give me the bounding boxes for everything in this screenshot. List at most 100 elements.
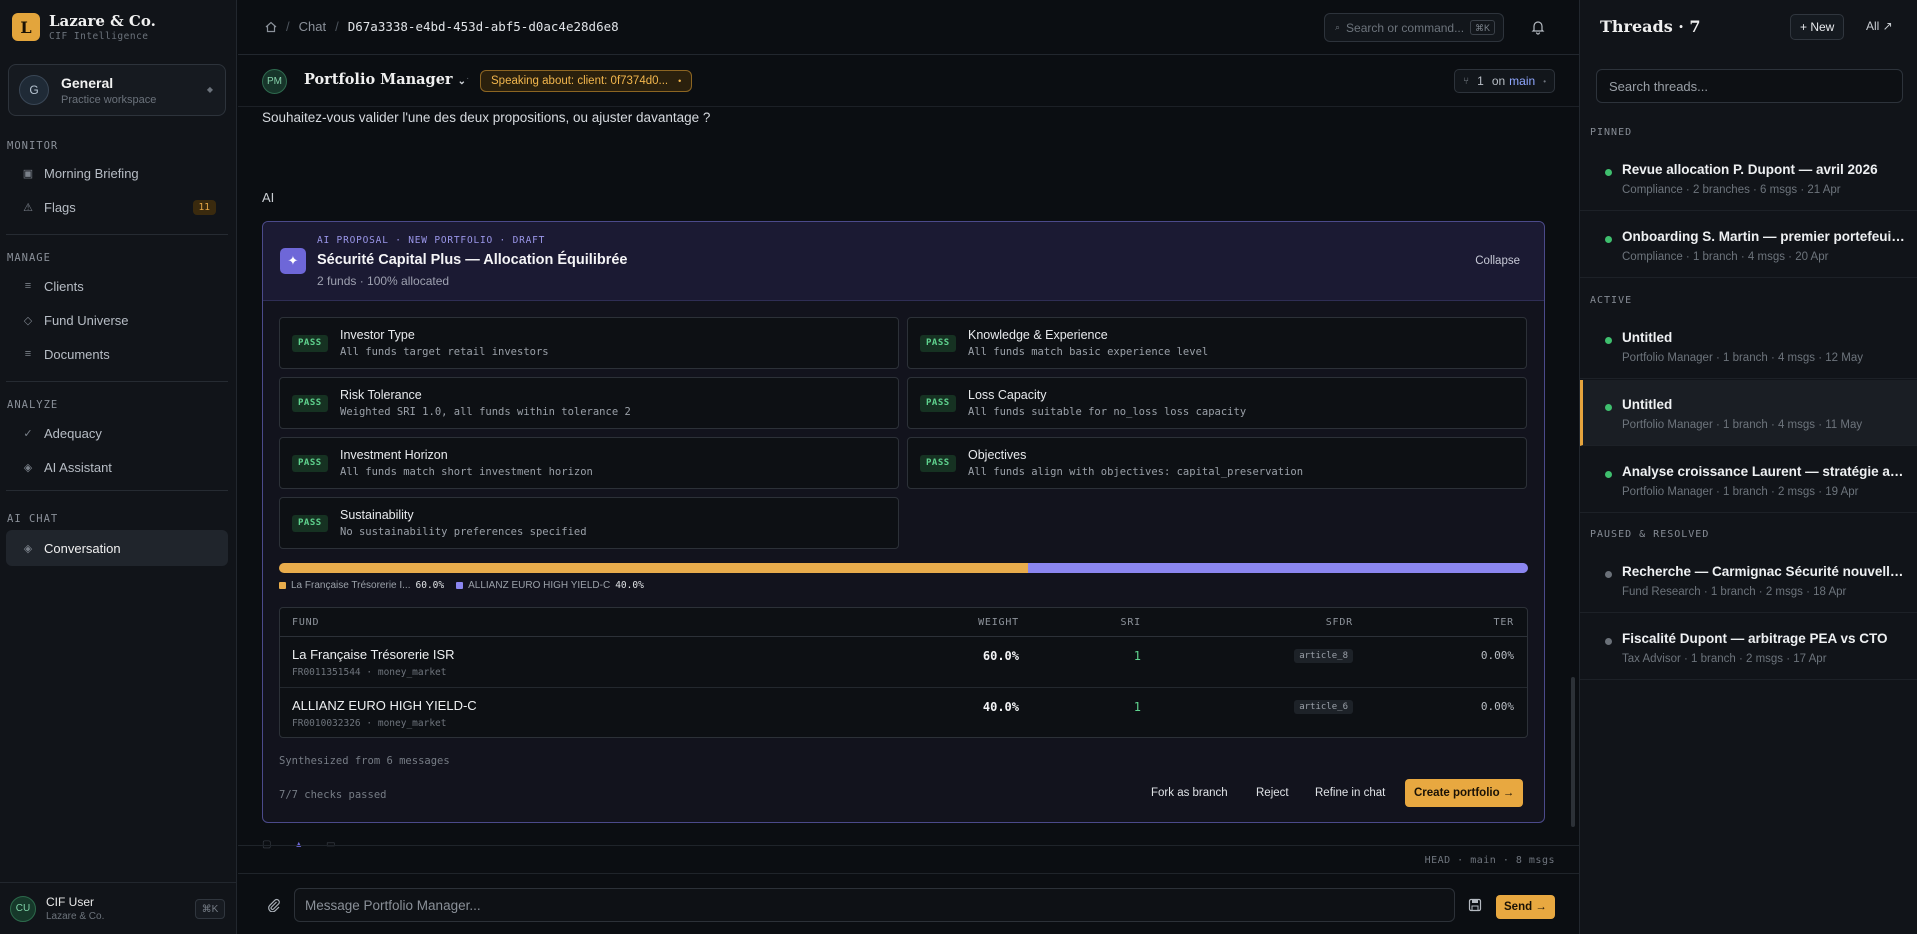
check-description: Weighted SRI 1.0, all funds within toler… xyxy=(340,406,631,418)
check-title: Risk Tolerance xyxy=(340,388,422,402)
composer: Send → xyxy=(238,873,1579,934)
chat-icon: ◈ xyxy=(23,542,33,555)
branch-selector[interactable]: ⑂ 1 on main • xyxy=(1454,69,1555,93)
check-objectives: PASS Objectives All funds align with obj… xyxy=(907,437,1527,489)
thread-title: Untitled xyxy=(1622,330,1673,345)
create-portfolio-button[interactable]: Create portfolio → xyxy=(1405,779,1524,807)
chevron-down-icon: ◆ xyxy=(206,85,213,94)
group-paused-resolved: PAUSED & RESOLVED xyxy=(1590,529,1710,540)
check-title: Objectives xyxy=(968,448,1027,462)
agent-selector[interactable]: Portfolio Manager ⌄ xyxy=(304,71,466,88)
breadcrumb-chat[interactable]: Chat xyxy=(299,19,326,34)
sidebar: L Lazare & Co. CIF Intelligence G Genera… xyxy=(0,0,237,934)
table-row[interactable]: ALLIANZ EURO HIGH YIELD-C FR0010032326 ·… xyxy=(280,688,1527,739)
bell-icon[interactable] xyxy=(1530,19,1546,35)
context-badge[interactable]: Speaking about: client: 0f7374d0... • xyxy=(480,70,693,92)
new-thread-button[interactable]: + New xyxy=(1790,14,1845,40)
threads-search-input[interactable] xyxy=(1596,69,1903,103)
workspace-switcher[interactable]: G General Practice workspace ◆ xyxy=(8,64,226,116)
message-input[interactable] xyxy=(294,888,1455,922)
status-dot-icon xyxy=(1605,169,1612,176)
check-title: Investment Horizon xyxy=(340,448,448,462)
flags-count-badge: 11 xyxy=(192,200,216,215)
sidebar-item-conversation[interactable]: ◈ Conversation xyxy=(6,530,228,566)
check-sustainability: PASS Sustainability No sustainability pr… xyxy=(279,497,899,549)
fund-table: FUND WEIGHT SRI SFDR TER La Française Tr… xyxy=(279,607,1528,738)
reject-button[interactable]: Reject xyxy=(1256,779,1289,807)
send-button[interactable]: Send → xyxy=(1496,895,1555,919)
sidebar-item-ai-assistant[interactable]: ◈ AI Assistant xyxy=(6,450,228,484)
command-search[interactable]: ⌕ Search or command... ⌘K xyxy=(1324,13,1504,42)
allocation-segment-2 xyxy=(1028,563,1528,573)
check-investor-type: PASS Investor Type All funds target reta… xyxy=(279,317,899,369)
user-profile[interactable]: CU CIF User Lazare & Co. ⌘K xyxy=(0,882,237,934)
pass-badge: PASS xyxy=(920,335,956,352)
check-description: All funds target retail investors xyxy=(340,346,549,358)
diamond-icon: ◇ xyxy=(23,314,33,327)
branch-on-label: on xyxy=(1491,74,1506,88)
fund-sri: 1 xyxy=(1133,649,1141,663)
sidebar-item-label: Adequacy xyxy=(44,425,102,441)
check-description: No sustainability preferences specified xyxy=(340,526,587,538)
all-threads-link[interactable]: All ↗ xyxy=(1866,19,1893,33)
workspace-avatar: G xyxy=(19,75,49,105)
sidebar-item-flags[interactable]: ⚠ Flags 11 xyxy=(6,190,228,224)
sidebar-item-label: Fund Universe xyxy=(44,312,129,328)
fork-branch-button[interactable]: Fork as branch xyxy=(1151,779,1228,807)
thread-item[interactable]: Analyse croissance Laurent — stratégie a… xyxy=(1580,447,1917,513)
sidebar-item-adequacy[interactable]: ✓ Adequacy xyxy=(6,416,228,450)
search-placeholder: Search or command... xyxy=(1346,20,1465,35)
save-icon[interactable] xyxy=(1468,898,1482,912)
status-line: HEAD · main · 8 msgs xyxy=(238,845,1579,873)
thread-meta: Tax Advisor · 1 branch · 2 msgs · 17 Apr xyxy=(1622,653,1827,665)
refine-in-chat-button[interactable]: Refine in chat xyxy=(1315,779,1385,807)
thread-item[interactable]: Fiscalité Dupont — arbitrage PEA vs CTO … xyxy=(1580,614,1917,680)
home-icon[interactable] xyxy=(265,21,277,33)
sparkle-icon: ◈ xyxy=(23,461,33,474)
check-description: All funds match basic experience level xyxy=(968,346,1209,358)
thread-item[interactable]: Revue allocation P. Dupont — avril 2026 … xyxy=(1580,145,1917,211)
scrollbar-thumb[interactable] xyxy=(1571,677,1575,827)
thread-meta: Portfolio Manager · 1 branch · 2 msgs · … xyxy=(1622,486,1859,498)
brand[interactable]: L Lazare & Co. CIF Intelligence xyxy=(12,12,156,42)
thread-title: Analyse croissance Laurent — stratégie a… xyxy=(1622,464,1906,479)
branch-name: main xyxy=(1509,74,1536,88)
thread-item[interactable]: Onboarding S. Martin — premier portefeui… xyxy=(1580,212,1917,278)
breadcrumb: / Chat / D67a3338-e4bd-453d-abf5-d0ac4e2… xyxy=(265,19,619,34)
proposal-title: Sécurité Capital Plus — Allocation Équil… xyxy=(317,252,628,268)
dot-icon: • xyxy=(1543,76,1546,86)
thread-item-selected[interactable]: Untitled Portfolio Manager · 1 branch · … xyxy=(1580,380,1917,446)
group-pinned: PINNED xyxy=(1590,127,1633,138)
user-message: Souhaitez-vous valider l'une des deux pr… xyxy=(262,110,711,125)
command-shortcut-button[interactable]: ⌘K xyxy=(195,899,225,919)
thread-item[interactable]: Untitled Portfolio Manager · 1 branch · … xyxy=(1580,313,1917,379)
fund-category: money_market xyxy=(377,718,447,729)
context-badge-label: Speaking about: client: 0f7374d0... xyxy=(491,75,669,87)
paperclip-icon[interactable] xyxy=(267,898,281,912)
fund-ter: 0.00% xyxy=(1480,649,1514,662)
sidebar-item-morning-briefing[interactable]: ▣ Morning Briefing xyxy=(6,156,228,190)
agent-avatar: PM xyxy=(262,69,287,94)
check-title: Knowledge & Experience xyxy=(968,328,1108,342)
fund-meta: FR0011351544 · money_market xyxy=(292,667,446,678)
sidebar-item-clients[interactable]: ≡ Clients xyxy=(6,269,228,303)
collapse-button[interactable]: Collapse xyxy=(1475,255,1520,267)
user-org: Lazare & Co. xyxy=(46,911,105,922)
thread-title: Onboarding S. Martin — premier portefeui… xyxy=(1622,229,1906,244)
user-name: CIF User xyxy=(46,895,94,909)
sidebar-item-fund-universe[interactable]: ◇ Fund Universe xyxy=(6,303,228,337)
ai-proposal-card: ✦ AI PROPOSAL · NEW PORTFOLIO · DRAFT Sé… xyxy=(262,221,1545,823)
thread-item[interactable]: Recherche — Carmignac Sécurité nouvelle … xyxy=(1580,547,1917,613)
table-row[interactable]: La Française Trésorerie ISR FR0011351544… xyxy=(280,637,1527,688)
legend-label: La Française Trésorerie I... xyxy=(291,580,411,591)
thread-title: Fiscalité Dupont — arbitrage PEA vs CTO xyxy=(1622,631,1888,646)
separator-dot: · xyxy=(466,73,470,84)
branch-icon: ⑂ xyxy=(1463,75,1470,87)
fund-ter: 0.00% xyxy=(1480,700,1514,713)
nav-divider xyxy=(6,381,228,382)
check-loss-capacity: PASS Loss Capacity All funds suitable fo… xyxy=(907,377,1527,429)
pass-badge: PASS xyxy=(920,455,956,472)
pass-badge: PASS xyxy=(920,395,956,412)
warning-icon: ⚠ xyxy=(23,201,33,214)
sidebar-item-documents[interactable]: ≡ Documents xyxy=(6,337,228,371)
